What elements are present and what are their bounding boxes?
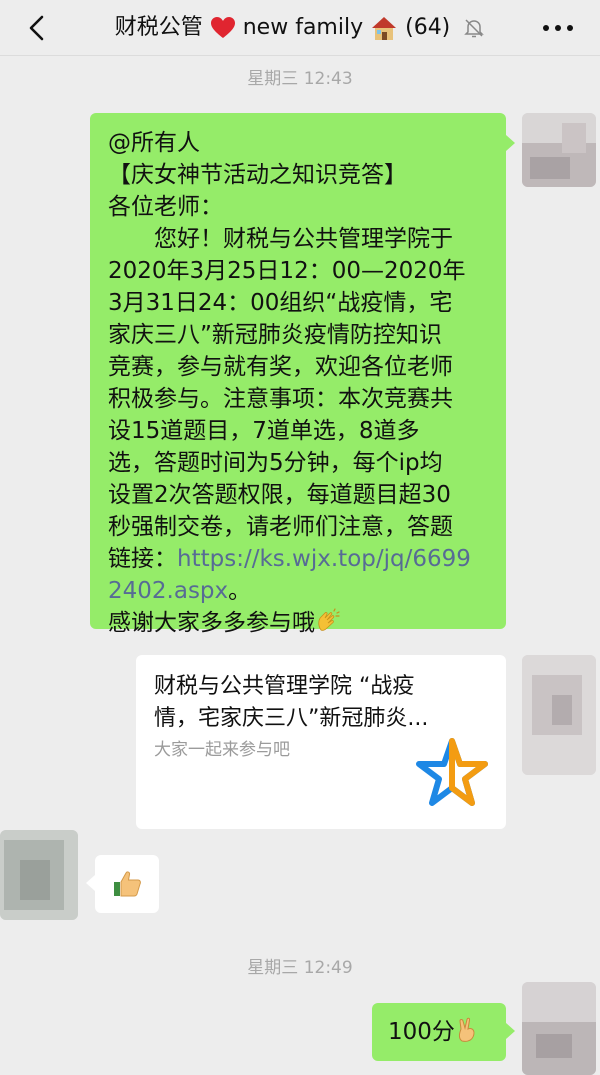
message-line: 2020年3月25日12：00—2020年 xyxy=(108,258,466,284)
message-line: 选，答题时间为5分钟，每个ip均 xyxy=(108,450,443,476)
clapping-hands-icon xyxy=(318,608,340,631)
message-line: @所有人 xyxy=(108,130,200,156)
message-bubble[interactable]: @所有人 【庆女神节活动之知识竞答】 各位老师： 您好！财税与公共管理学院于 2… xyxy=(90,113,515,636)
chat-header: 财税公管 new family (64) xyxy=(0,0,600,56)
message-text: 100分 xyxy=(388,1016,481,1048)
avatar-image xyxy=(522,655,596,775)
link-suffix: 。 xyxy=(228,578,252,604)
card-title-line: 情，宅家庆三八”新冠肺炎... xyxy=(154,706,429,731)
link-prefix: 链接： xyxy=(108,546,177,572)
message-line: 家庆三八”新冠肺炎疫情防控知识 xyxy=(108,322,442,348)
heart-icon xyxy=(210,17,235,38)
timestamp: 星期三 12:43 xyxy=(247,69,353,89)
bubble-tail xyxy=(506,1023,515,1039)
sender-avatar-partial[interactable] xyxy=(522,655,596,775)
victory-hand-icon xyxy=(458,1017,475,1042)
message-line: 您好！财税与公共管理学院于 xyxy=(108,226,453,252)
link-card[interactable]: 财税与公共管理学院 “战疫 情，宅家庆三八”新冠肺炎... 大家一起来参与吧 xyxy=(136,655,506,829)
message-line: 积极参与。注意事项：本次竞赛共 xyxy=(108,386,453,412)
chat-title: 财税公管 new family (64) xyxy=(80,12,520,44)
card-description: 大家一起来参与吧 xyxy=(154,740,290,760)
bell-muted-icon xyxy=(464,19,485,38)
message-line: 链接：https://ks.wjx.top/jq/6699 xyxy=(108,543,471,575)
more-dots-icon xyxy=(543,25,573,31)
closing-text: 感谢大家多多参与哦 xyxy=(108,610,315,636)
message-text: @所有人 【庆女神节活动之知识竞答】 各位老师： 您好！财税与公共管理学院于 2… xyxy=(108,127,471,639)
message-line: 感谢大家多多参与哦 xyxy=(108,607,471,639)
group-name: 财税公管 xyxy=(114,15,203,40)
message-line: 秒强制交卷，请老师们注意，答题 xyxy=(108,514,453,540)
chevron-left-icon xyxy=(29,15,44,41)
timestamp: 星期三 12:49 xyxy=(247,958,353,978)
house-icon xyxy=(372,17,397,40)
quiz-link-continued[interactable]: 2402.aspx xyxy=(108,578,228,604)
message-line: 竞赛，参与就有奖，欢迎各位老师 xyxy=(108,354,453,380)
thumbs-up-icon xyxy=(114,871,141,897)
my-avatar[interactable] xyxy=(522,982,596,1075)
message-line: 设15道题目，7道单选，8道多 xyxy=(108,418,420,444)
star-logo-icon xyxy=(416,738,488,806)
member-count: (64) xyxy=(405,15,451,40)
message-line: 设置2次答题权限，每道题目超30 xyxy=(108,482,451,508)
message-bubble[interactable]: 100分 xyxy=(372,1003,515,1061)
avatar-image xyxy=(0,830,78,920)
emoji-bubble[interactable] xyxy=(86,855,159,913)
message-line: 2402.aspx。 xyxy=(108,575,471,607)
avatar-image xyxy=(522,982,596,1075)
message-line: 3月31日24：00组织“战疫情，宅 xyxy=(108,290,453,316)
bubble-tail xyxy=(506,135,515,151)
back-button[interactable] xyxy=(22,12,54,44)
sender-avatar[interactable] xyxy=(0,830,78,920)
quiz-link[interactable]: https://ks.wjx.top/jq/6699 xyxy=(177,546,471,572)
card-title-line: 财税与公共管理学院 “战疫 xyxy=(154,674,415,699)
card-title: 财税与公共管理学院 “战疫 情，宅家庆三八”新冠肺炎... xyxy=(154,671,484,735)
score-text: 100分 xyxy=(388,1019,455,1045)
message-line: 【庆女神节活动之知识竞答】 xyxy=(108,162,407,188)
avatar-image xyxy=(522,113,596,187)
bubble-tail xyxy=(86,875,95,891)
group-name-suffix: new family xyxy=(242,15,364,40)
message-line: 各位老师： xyxy=(108,194,223,220)
more-button[interactable] xyxy=(538,12,578,44)
my-avatar[interactable] xyxy=(522,113,596,187)
